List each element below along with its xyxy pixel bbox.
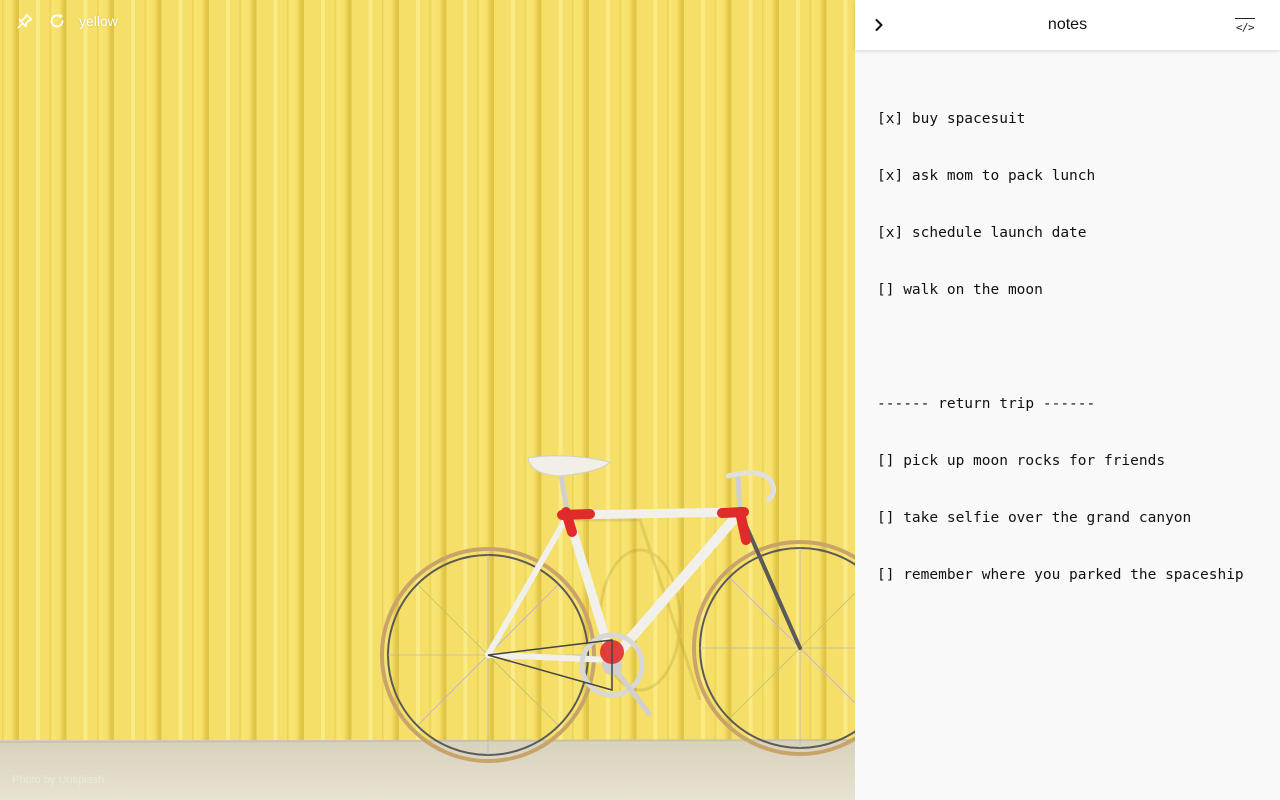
note-line: ------ return trip ------ bbox=[877, 396, 1096, 412]
pin-icon[interactable] bbox=[14, 10, 36, 32]
bicycle-photo bbox=[0, 0, 855, 800]
refresh-icon[interactable] bbox=[46, 10, 68, 32]
notes-panel: notes </> [x] buy spacesuit [x] ask mom … bbox=[855, 0, 1280, 800]
background-label[interactable]: yellow bbox=[79, 13, 118, 29]
background-controls: yellow bbox=[14, 10, 118, 32]
note-line: [] walk on the moon bbox=[877, 282, 1043, 298]
notes-editor[interactable]: [x] buy spacesuit [x] ask mom to pack lu… bbox=[855, 50, 1280, 645]
notes-title: notes bbox=[1047, 16, 1088, 33]
background-image: yellow Photo by Unsplash bbox=[0, 0, 855, 800]
chevron-right-icon bbox=[875, 19, 883, 31]
note-line bbox=[877, 338, 1258, 357]
note-line: [x] ask mom to pack lunch bbox=[877, 168, 1096, 184]
note-line: [x] schedule launch date bbox=[877, 225, 1087, 241]
note-line: [] pick up moon rocks for friends bbox=[877, 453, 1166, 469]
photo-credit[interactable]: Photo by Unsplash bbox=[12, 774, 104, 786]
code-icon bbox=[1235, 17, 1255, 19]
app-window: yellow Photo by Unsplash notes </> [x] b… bbox=[0, 0, 1280, 800]
code-label: </> bbox=[1235, 20, 1255, 34]
note-line: [] take selfie over the grand canyon bbox=[877, 510, 1192, 526]
note-line: [x] buy spacesuit bbox=[877, 111, 1026, 127]
code-view-button[interactable]: </> bbox=[1232, 14, 1258, 36]
collapse-panel-button[interactable] bbox=[867, 13, 891, 37]
note-line: [] remember where you parked the spacesh… bbox=[877, 567, 1244, 583]
notes-header: notes </> bbox=[855, 0, 1280, 50]
